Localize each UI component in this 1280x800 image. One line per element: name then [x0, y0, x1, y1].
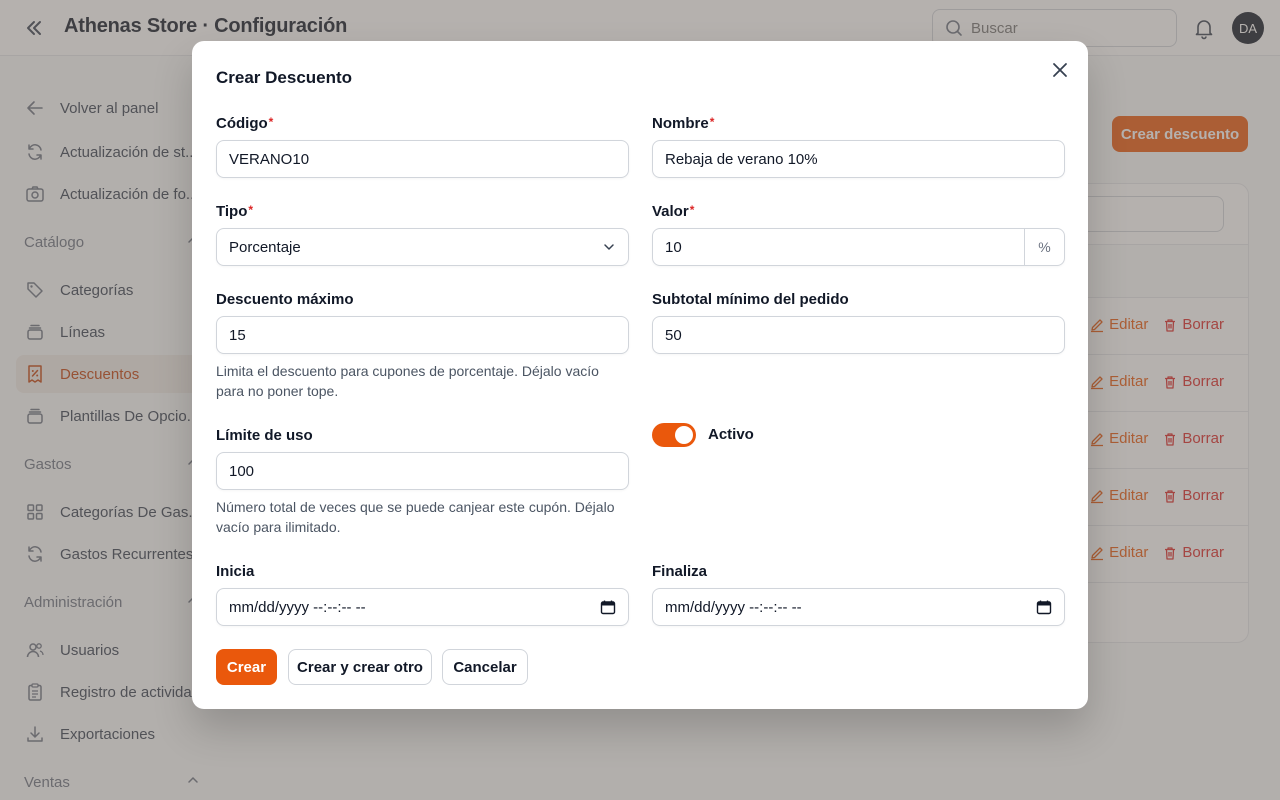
- codigo-label: Código*: [216, 115, 273, 132]
- calendar-icon[interactable]: [1036, 599, 1052, 615]
- tipo-label-text: Tipo: [216, 203, 248, 220]
- modal-title: Crear Descuento: [216, 68, 353, 87]
- limite-uso-field[interactable]: [216, 452, 629, 490]
- calendar-icon[interactable]: [600, 599, 616, 615]
- descuento-maximo-label: Descuento máximo: [216, 291, 354, 308]
- descuento-maximo-field[interactable]: [216, 316, 629, 354]
- cancel-button[interactable]: Cancelar: [442, 649, 528, 685]
- nombre-label-text: Nombre: [652, 115, 709, 132]
- activo-toggle[interactable]: [652, 423, 696, 447]
- required-mark: *: [709, 115, 715, 129]
- limite-uso-label: Límite de uso: [216, 427, 313, 444]
- create-another-button[interactable]: Crear y crear otro: [288, 649, 432, 685]
- valor-label: Valor*: [652, 203, 694, 220]
- create-button[interactable]: Crear: [216, 649, 277, 685]
- subtotal-minimo-field[interactable]: [652, 316, 1065, 354]
- valor-label-text: Valor: [652, 203, 689, 220]
- codigo-field[interactable]: [216, 140, 629, 178]
- finaliza-label: Finaliza: [652, 563, 708, 580]
- codigo-label-text: Código: [216, 115, 268, 132]
- close-icon[interactable]: [1048, 58, 1072, 82]
- activo-label: Activo: [708, 426, 754, 443]
- descuento-maximo-input[interactable]: [217, 317, 628, 353]
- valor-field[interactable]: %: [652, 228, 1065, 266]
- tipo-select[interactable]: Porcentaje: [216, 228, 629, 266]
- create-discount-modal: Crear Descuento Código* Nombre* Tipo* Po…: [192, 41, 1088, 709]
- valor-input[interactable]: [653, 229, 1024, 265]
- subtotal-minimo-input[interactable]: [653, 317, 1064, 353]
- required-mark: *: [689, 203, 695, 217]
- nombre-input[interactable]: [653, 141, 1064, 177]
- inicia-label: Inicia: [216, 563, 255, 580]
- nombre-label: Nombre*: [652, 115, 714, 132]
- tipo-selected-value: Porcentaje: [229, 238, 301, 256]
- finaliza-value: mm/dd/yyyy --:--:-- --: [665, 598, 802, 616]
- percent-suffix: %: [1024, 229, 1064, 265]
- chevron-down-icon: [604, 244, 614, 250]
- inicia-value: mm/dd/yyyy --:--:-- --: [229, 598, 366, 616]
- limite-uso-input[interactable]: [217, 453, 628, 489]
- required-mark: *: [248, 203, 254, 217]
- codigo-input[interactable]: [217, 141, 628, 177]
- subtotal-minimo-label: Subtotal mínimo del pedido: [652, 291, 849, 308]
- limite-uso-help: Número total de veces que se puede canje…: [216, 499, 615, 535]
- descuento-maximo-help: Limita el descuento para cupones de porc…: [216, 363, 599, 399]
- nombre-field[interactable]: [652, 140, 1065, 178]
- toggle-knob: [675, 426, 693, 444]
- tipo-label: Tipo*: [216, 203, 253, 220]
- finaliza-datetime-field[interactable]: mm/dd/yyyy --:--:-- --: [652, 588, 1065, 626]
- inicia-datetime-field[interactable]: mm/dd/yyyy --:--:-- --: [216, 588, 629, 626]
- required-mark: *: [268, 115, 274, 129]
